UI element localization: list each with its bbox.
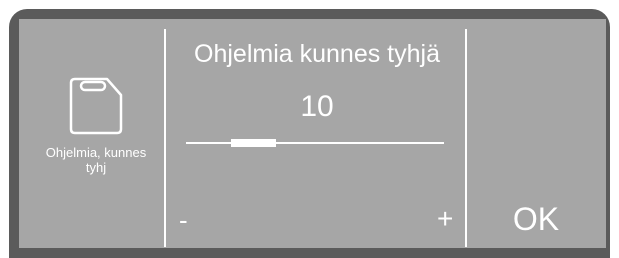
setting-value: 10 (300, 90, 334, 123)
increase-button[interactable]: + (437, 204, 453, 234)
decrease-button[interactable]: - (179, 205, 188, 235)
ok-button[interactable]: OK (467, 199, 605, 239)
slider-track[interactable] (186, 142, 444, 144)
canister-icon-graphic (69, 77, 123, 135)
program-caption-line2: tyhj (85, 160, 107, 175)
divider-left (164, 29, 166, 247)
program-caption-line1: Ohjelmia, kunnes (45, 145, 147, 160)
program-caption: Ohjelmia, kunnes tyhj (27, 145, 165, 175)
canister-icon (67, 73, 125, 135)
setting-title: Ohjelmia kunnes tyhjä (194, 40, 440, 68)
slider-thumb[interactable] (230, 139, 276, 147)
display-screen: Ohjelmia, kunnes tyhj Ohjelmia kunnes ty… (19, 19, 606, 248)
